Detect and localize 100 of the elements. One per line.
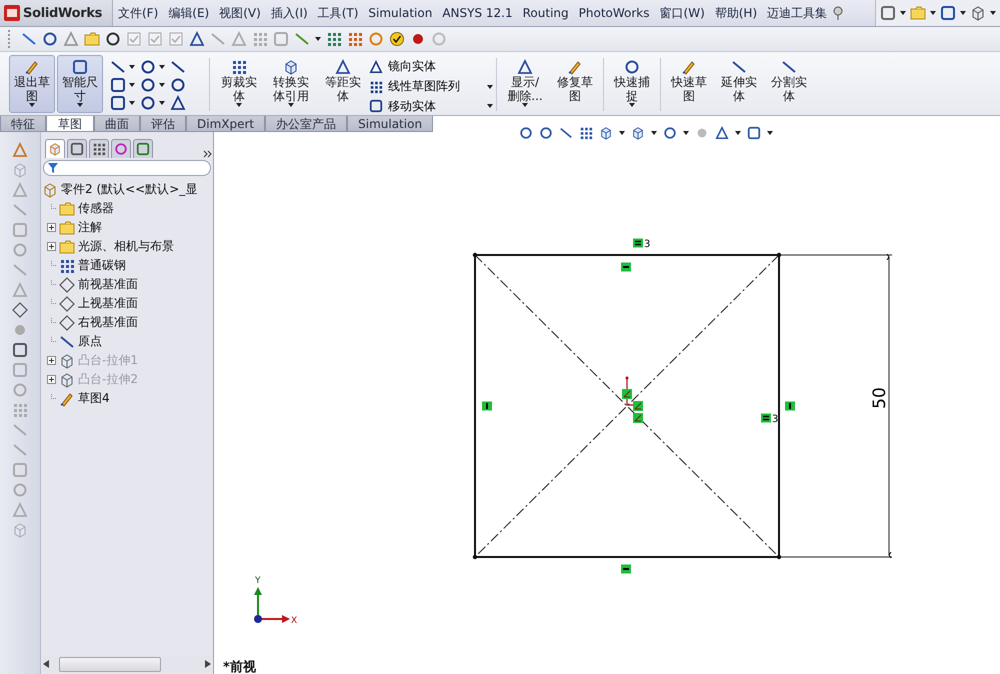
horizontal-relation-icon[interactable]: [621, 564, 631, 574]
tree-item[interactable]: 光源、相机与布景: [78, 238, 174, 255]
extrude-icon: [59, 352, 75, 368]
extrude-icon: [59, 372, 75, 388]
tab[interactable]: 办公室产品: [265, 116, 348, 132]
menu-item[interactable]: 工具(T): [312, 4, 364, 22]
caret-icon: [487, 104, 493, 108]
filter-icon: [48, 163, 58, 173]
menu-item[interactable]: 迈迪工具集: [762, 4, 832, 22]
menu-item[interactable]: 视图(V): [214, 4, 266, 22]
panel-tab[interactable]: [67, 139, 87, 158]
caret-icon: [129, 83, 135, 87]
plane-icon: [59, 296, 75, 312]
coincident-relation-icon[interactable]: [633, 413, 643, 423]
scrollbar[interactable]: [43, 656, 211, 672]
command-button[interactable]: 分割实体: [765, 55, 813, 113]
command-button[interactable]: 智能尺寸: [57, 55, 103, 113]
tree-item[interactable]: 上视基准面: [78, 295, 138, 312]
menu-item[interactable]: 编辑(E): [163, 4, 214, 22]
menu-item[interactable]: 文件(F): [113, 4, 164, 22]
tree-item[interactable]: 注解: [78, 219, 102, 236]
cube-icon[interactable]: [631, 126, 645, 140]
sketch-point: [776, 252, 782, 258]
panel-tab[interactable]: [45, 139, 65, 158]
scroll-left-icon[interactable]: [43, 660, 49, 668]
ring-icon[interactable]: [368, 31, 384, 47]
tab[interactable]: Simulation: [347, 116, 434, 132]
expand-icon[interactable]: [47, 242, 56, 251]
menu-item[interactable]: 帮助(H): [710, 4, 762, 22]
folder-icon[interactable]: [84, 31, 100, 47]
command-button[interactable]: 快速捕捉: [608, 55, 656, 113]
command-button[interactable]: 等距实体: [318, 55, 368, 113]
plane-icon[interactable]: [12, 302, 28, 318]
equal-relation-icon[interactable]: [761, 414, 771, 422]
tree-item[interactable]: 传感器: [78, 200, 114, 217]
command-button[interactable]: 线性草图阵列: [369, 78, 493, 96]
coincident-relation-icon[interactable]: [622, 389, 632, 399]
command-button[interactable]: 转换实体引用: [266, 55, 316, 113]
panel-tab[interactable]: [111, 139, 131, 158]
tree-item[interactable]: 前视基准面: [78, 276, 138, 293]
checkbox-icon[interactable]: [147, 31, 163, 47]
tab[interactable]: 评估: [140, 116, 186, 132]
tab[interactable]: 特征: [0, 116, 46, 132]
menu-item[interactable]: PhotoWorks: [574, 6, 655, 20]
tree-item[interactable]: 原点: [78, 333, 102, 350]
panel-tab[interactable]: [133, 139, 153, 158]
command-button[interactable]: 显示/删除...: [501, 55, 549, 113]
tree-item: 零件2 (默认<<默认>_显: [61, 181, 198, 198]
scroll-right-icon[interactable]: [205, 660, 211, 668]
slot-icon[interactable]: [110, 95, 126, 111]
caret-icon: [159, 101, 165, 105]
filter-field[interactable]: [43, 160, 211, 176]
caret-icon: [900, 11, 906, 15]
table-icon[interactable]: [326, 31, 342, 47]
line-icon[interactable]: [110, 59, 126, 75]
command-button[interactable]: 剪裁实体: [214, 55, 264, 113]
caret-icon: [159, 65, 165, 69]
command-button[interactable]: 退出草图: [9, 55, 55, 113]
tab[interactable]: DimXpert: [186, 116, 266, 132]
view-name: *前视: [223, 659, 256, 674]
command-button[interactable]: 快速草图: [665, 55, 713, 113]
new-document-icon[interactable]: [880, 5, 896, 21]
tab[interactable]: 曲面: [94, 116, 140, 132]
horizontal-relation-icon[interactable]: [621, 262, 631, 272]
caret-icon: [315, 37, 321, 41]
menu-item[interactable]: 插入(I): [266, 4, 313, 22]
expand-icon[interactable]: [47, 223, 56, 232]
pin-icon[interactable]: [832, 6, 844, 20]
panel-tab[interactable]: [89, 139, 109, 158]
circle-icon[interactable]: [140, 59, 156, 75]
open-folder-icon[interactable]: [910, 5, 926, 21]
menu-item[interactable]: Routing: [518, 6, 574, 20]
command-button[interactable]: 延伸实体: [715, 55, 763, 113]
equal-relation-icon[interactable]: [633, 238, 643, 248]
dimension-text[interactable]: 50: [870, 387, 890, 409]
tick-icon[interactable]: [389, 31, 405, 47]
menu-item[interactable]: ANSYS 12.1: [437, 6, 518, 20]
tree-item[interactable]: 普通碳钢: [78, 257, 126, 274]
caret-icon: [990, 11, 996, 15]
rectangle-icon[interactable]: [110, 77, 126, 93]
command-button[interactable]: 镜向实体: [369, 58, 493, 76]
tree-item[interactable]: 右视基准面: [78, 314, 138, 331]
dimension-line[interactable]: [886, 254, 892, 558]
expand-icon[interactable]: [203, 150, 213, 158]
view-cube-icon[interactable]: [599, 126, 613, 140]
menu-item[interactable]: 窗口(W): [654, 4, 710, 22]
vertical-relation-icon[interactable]: [785, 402, 795, 410]
logo-icon: [4, 5, 20, 21]
axis-label: X: [291, 616, 298, 626]
caret-icon: [29, 103, 35, 107]
vertical-relation-icon[interactable]: [482, 402, 492, 410]
coincident-relation-icon[interactable]: [633, 401, 643, 411]
tree-item[interactable]: 草图4: [78, 390, 110, 407]
command-button[interactable]: 移动实体: [369, 97, 493, 116]
checkbox-icon[interactable]: [168, 31, 184, 47]
command-button[interactable]: 修复草图: [551, 55, 599, 113]
caret-icon: [129, 65, 135, 69]
menu-item[interactable]: Simulation: [363, 6, 438, 20]
tab[interactable]: 草图: [46, 116, 94, 132]
caret-icon: [129, 101, 135, 105]
